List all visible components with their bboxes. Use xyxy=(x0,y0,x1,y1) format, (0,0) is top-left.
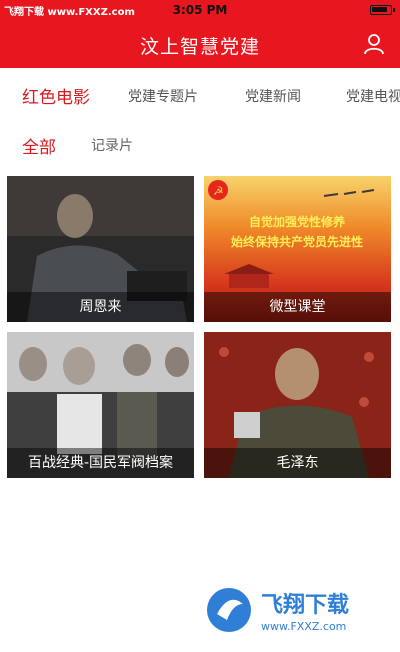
watermark-logo: 飞翔下载 www.FXXZ.com xyxy=(203,582,390,638)
tab-party-tv[interactable]: 党建电视 xyxy=(346,86,400,106)
watermark-brand: 飞翔下载 xyxy=(261,592,349,618)
category-tabs: 红色电影 党建专题片 党建新闻 党建电视 xyxy=(0,68,400,124)
card-caption: 百战经典-国民军阀档案 xyxy=(7,448,194,478)
tab-party-topics[interactable]: 党建专题片 xyxy=(128,86,198,106)
banner-line-2: 始终保持共产党员先进性 xyxy=(231,234,363,249)
card-caption: 毛泽东 xyxy=(204,448,391,478)
status-time: 3:05 PM xyxy=(172,3,228,17)
subtab-documentary[interactable]: 记录片 xyxy=(91,135,133,155)
card-caption: 周恩来 xyxy=(7,292,194,322)
user-icon[interactable] xyxy=(362,32,386,56)
banner-line-1: 自觉加强党性修养 xyxy=(249,214,345,229)
svg-text:☭: ☭ xyxy=(213,184,224,198)
video-card[interactable]: 周恩来 xyxy=(7,176,194,322)
sub-tabs: 全部 记录片 xyxy=(0,124,400,168)
video-card[interactable]: 百战经典-国民军阀档案 xyxy=(7,332,194,478)
status-bar: 飞翔下载 www.FXXZ.com 3:05 PM xyxy=(0,0,400,20)
tab-party-news[interactable]: 党建新闻 xyxy=(245,86,301,106)
card-caption: 微型课堂 xyxy=(204,292,391,322)
page-title: 汶上智慧党建 xyxy=(139,36,260,58)
tab-red-movies[interactable]: 红色电影 xyxy=(22,83,90,108)
watermark-url: www.FXXZ.com xyxy=(261,620,346,633)
app-bar: 汶上智慧党建 xyxy=(0,20,400,68)
battery-icon xyxy=(370,5,395,15)
subtab-all[interactable]: 全部 xyxy=(22,133,56,158)
video-card[interactable]: 毛泽东 xyxy=(204,332,391,478)
video-card[interactable]: ☭ 自觉加强党性修养 始终保持共产党员先进性 微型课堂 xyxy=(204,176,391,322)
